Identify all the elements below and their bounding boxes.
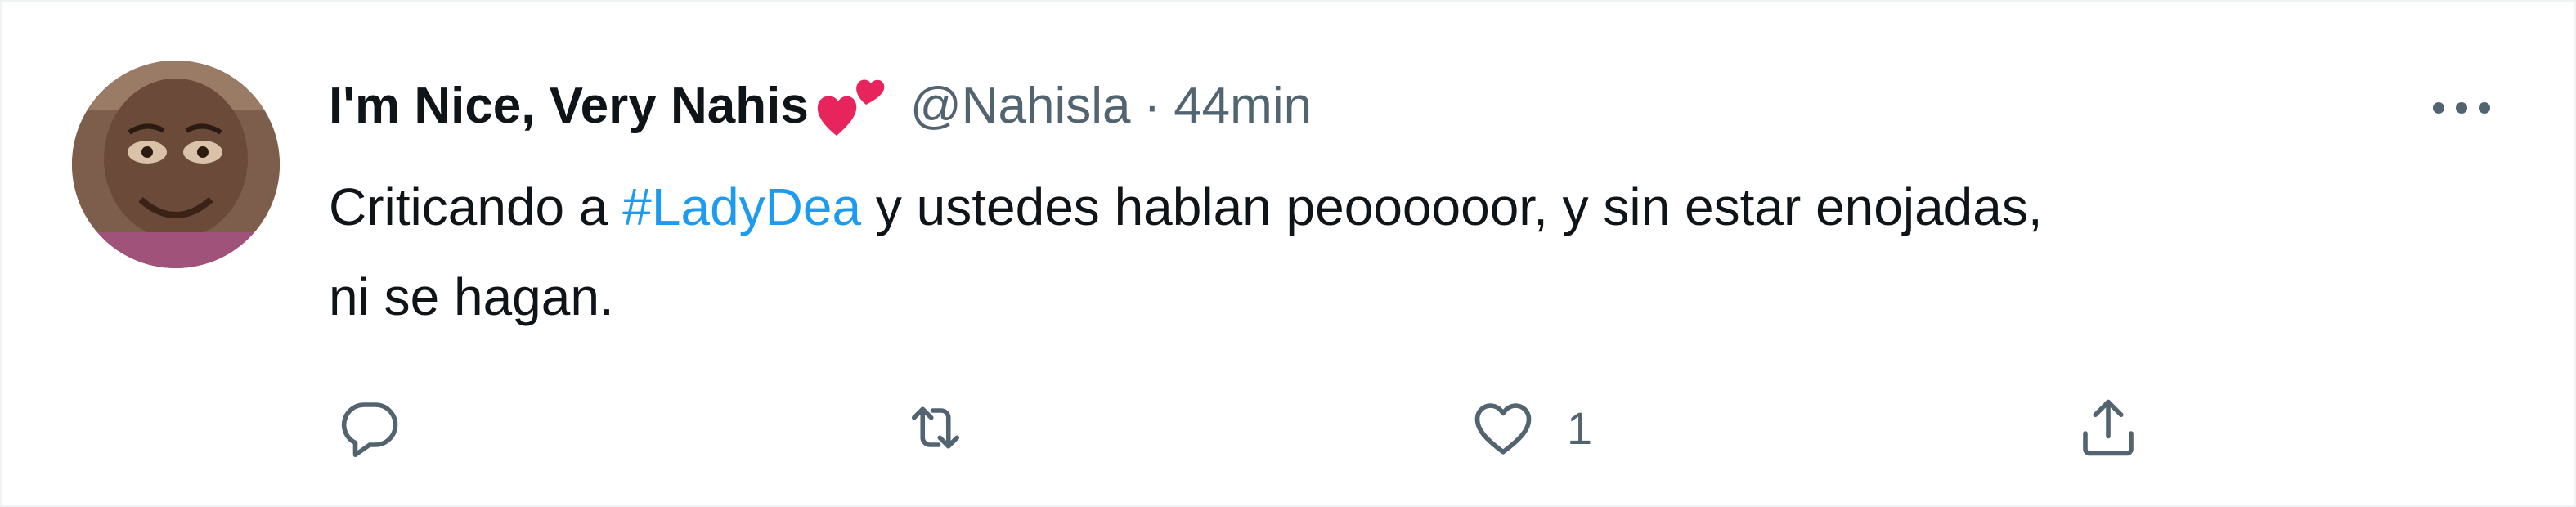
avatar[interactable] xyxy=(72,61,280,268)
share-icon xyxy=(2083,399,2134,456)
tweet-text-line2: ni se hagan. xyxy=(329,267,614,326)
tweet-card[interactable]: I'm Nice, Very Nahis @Nahisla · 44min Cr… xyxy=(0,0,2576,507)
reply-icon xyxy=(341,402,398,458)
display-name[interactable]: I'm Nice, Very Nahis xyxy=(329,77,809,135)
two-hearts-icon xyxy=(817,79,885,136)
separator-dot: · xyxy=(1143,77,1161,134)
reply-button[interactable] xyxy=(335,383,404,473)
user-handle[interactable]: @Nahisla xyxy=(910,77,1131,135)
retweet-icon xyxy=(911,406,960,449)
tweet-text-start: Criticando a xyxy=(329,177,623,236)
more-options-button[interactable] xyxy=(2421,83,2502,132)
share-button[interactable] xyxy=(2074,383,2143,473)
tweet-text: Criticando a #LadyDea y ustedes hablan p… xyxy=(329,162,2496,342)
tweet-header: I'm Nice, Very Nahis @Nahisla · 44min xyxy=(329,69,1312,142)
avatar-image xyxy=(72,61,280,268)
tweet-text-rest: y ustedes hablan peoooooor, y sin estar … xyxy=(861,177,2043,236)
like-count: 1 xyxy=(1567,402,1593,454)
more-dots-icon xyxy=(2433,102,2490,114)
timestamp[interactable]: 44min xyxy=(1174,77,1312,135)
heart-icon xyxy=(1474,403,1532,455)
hashtag-link[interactable]: #LadyDea xyxy=(622,177,861,236)
like-button[interactable]: 1 xyxy=(1469,383,1592,473)
retweet-button[interactable] xyxy=(901,383,970,473)
